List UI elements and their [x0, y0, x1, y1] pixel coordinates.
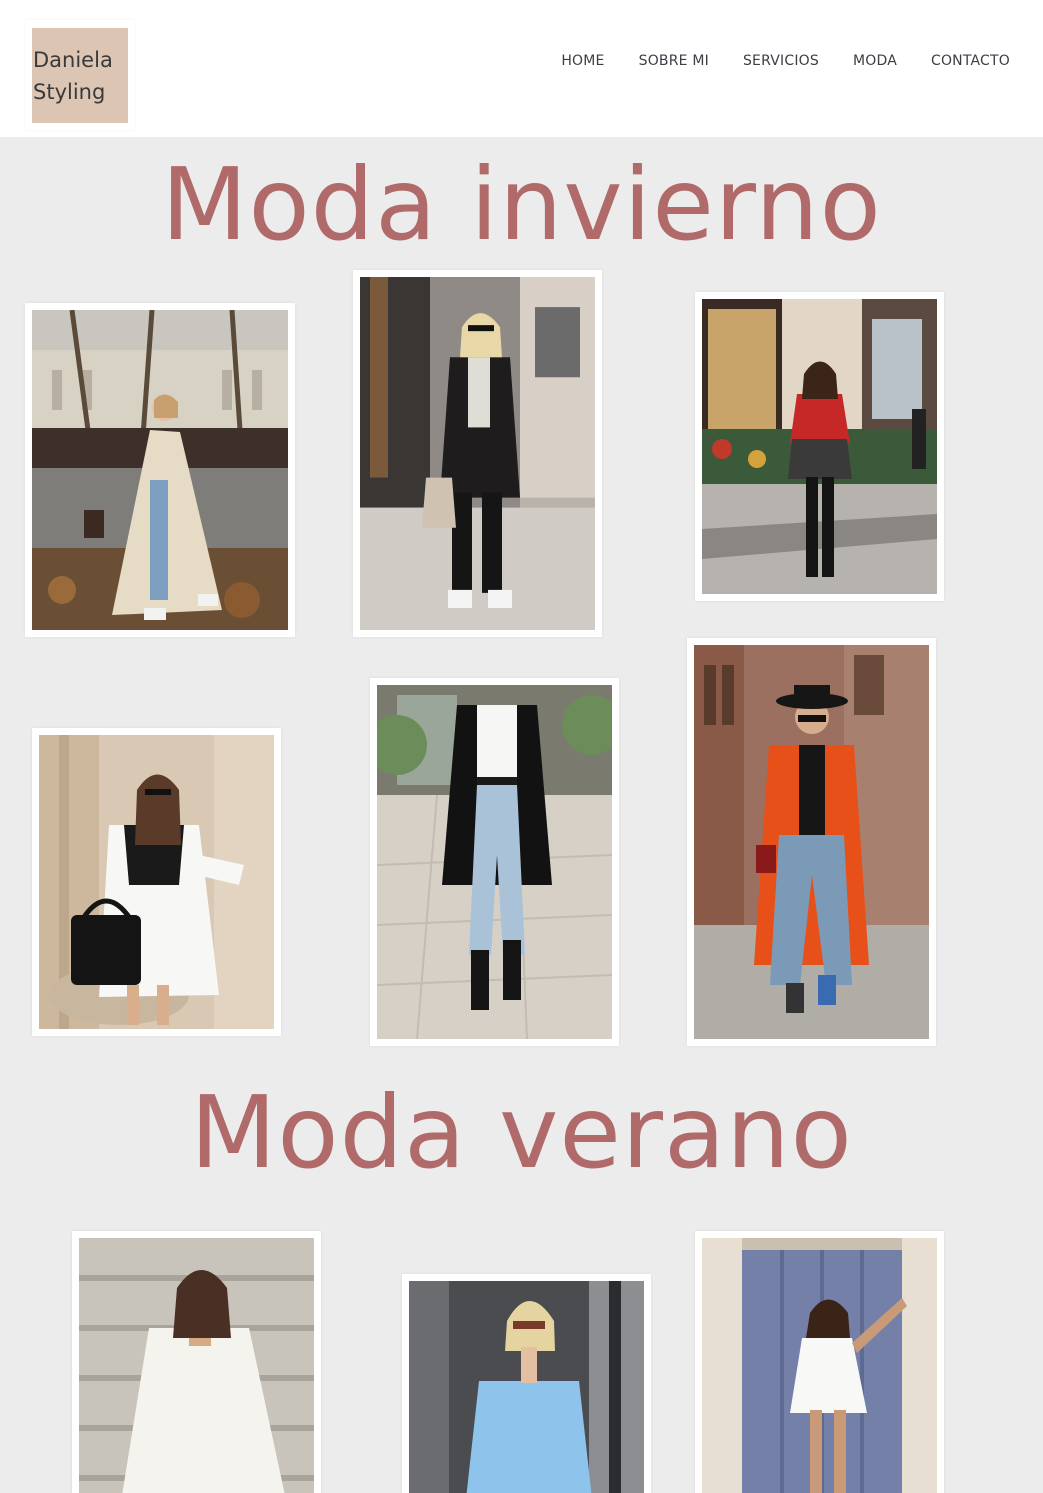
- winter-photo-black-cardigan[interactable]: [370, 678, 619, 1046]
- winter-image-1: [32, 310, 288, 630]
- nav-home[interactable]: HOME: [561, 53, 604, 69]
- summer-image-3: [702, 1238, 937, 1493]
- winter-image-5: [377, 685, 612, 1039]
- winter-image-4: [39, 735, 274, 1029]
- brand-line-2: Styling: [33, 80, 106, 104]
- summer-photo-white-dress[interactable]: [72, 1231, 321, 1493]
- site-header: Daniela Styling HOME SOBRE MI SERVICIOS …: [0, 0, 1043, 137]
- nav-servicios[interactable]: SERVICIOS: [743, 53, 819, 69]
- nav-contacto[interactable]: CONTACTO: [931, 53, 1010, 69]
- summer-section-title: Moda verano: [190, 1074, 853, 1191]
- winter-section-title: Moda invierno: [161, 146, 882, 263]
- summer-photo-blue-door[interactable]: [695, 1231, 944, 1493]
- winter-photo-white-shirt[interactable]: [32, 728, 281, 1036]
- winter-image-6: [694, 645, 929, 1039]
- winter-image-2: [360, 277, 595, 630]
- summer-photo-blue-dress[interactable]: [402, 1274, 651, 1493]
- logo-frame[interactable]: Daniela Styling: [25, 20, 135, 130]
- winter-photo-black-coat[interactable]: [353, 270, 602, 637]
- brand-line-1: Daniela: [33, 48, 113, 72]
- brand-logo[interactable]: Daniela Styling: [32, 28, 128, 123]
- nav-sobre-mi[interactable]: SOBRE MI: [639, 53, 709, 69]
- main-nav: HOME SOBRE MI SERVICIOS MODA CONTACTO: [561, 53, 1010, 69]
- winter-photo-orange-coat[interactable]: [687, 638, 936, 1046]
- summer-image-1: [79, 1238, 314, 1493]
- winter-photo-beige-coat[interactable]: [25, 303, 295, 637]
- summer-image-2: [409, 1281, 644, 1493]
- winter-image-3: [702, 299, 937, 594]
- nav-moda[interactable]: MODA: [853, 53, 897, 69]
- winter-photo-red-sweater[interactable]: [695, 292, 944, 601]
